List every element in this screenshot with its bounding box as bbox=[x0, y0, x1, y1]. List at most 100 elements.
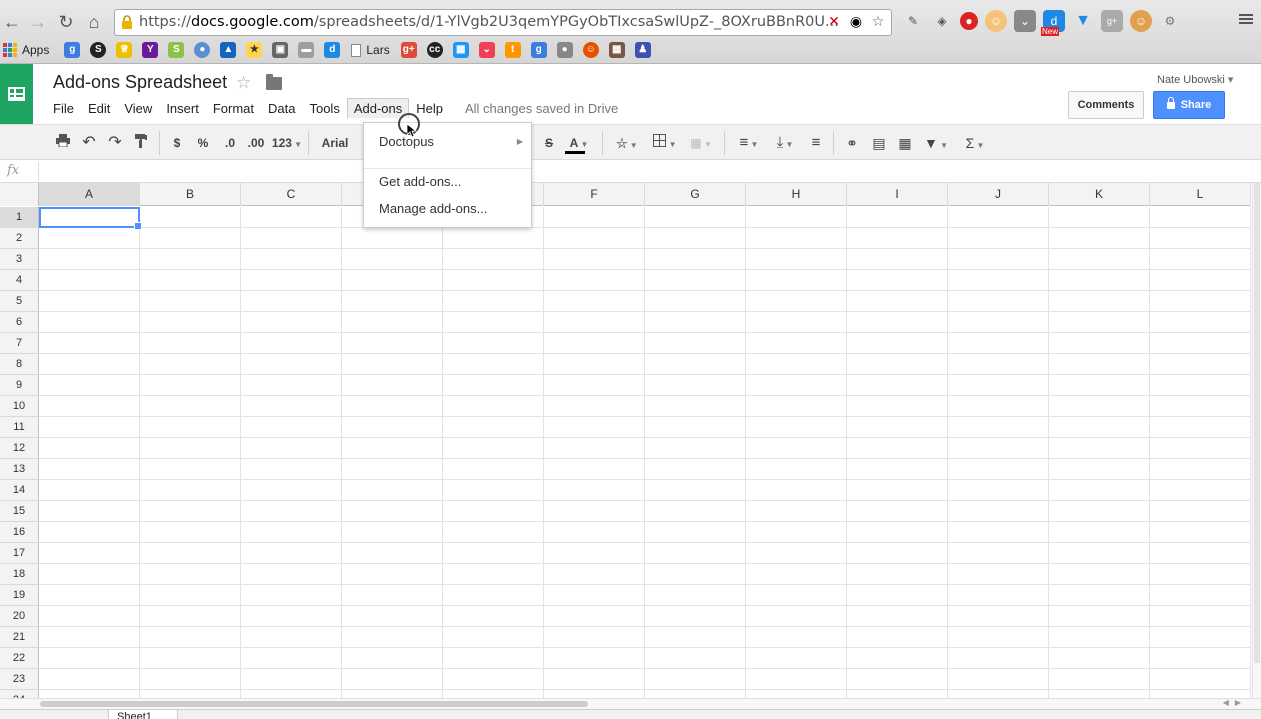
grid-cell[interactable] bbox=[1049, 627, 1150, 648]
grid-cell[interactable] bbox=[140, 396, 241, 417]
currency-format-button[interactable]: $ bbox=[170, 134, 184, 152]
row-header[interactable]: 3 bbox=[0, 249, 39, 270]
grid-cell[interactable] bbox=[140, 333, 241, 354]
grid-cell[interactable] bbox=[39, 333, 140, 354]
grid-cell[interactable] bbox=[544, 312, 645, 333]
grid-cell[interactable] bbox=[948, 417, 1049, 438]
grid-cell[interactable] bbox=[847, 648, 948, 669]
grid-cell[interactable] bbox=[443, 375, 544, 396]
grid-cell[interactable] bbox=[746, 564, 847, 585]
grid-cell[interactable] bbox=[645, 606, 746, 627]
grid-cell[interactable] bbox=[1150, 564, 1251, 585]
comments-button[interactable]: Comments bbox=[1068, 91, 1144, 119]
folder-icon[interactable] bbox=[266, 74, 282, 90]
grid-cell[interactable] bbox=[1150, 375, 1251, 396]
grid-cell[interactable] bbox=[847, 690, 948, 698]
chrome-menu-icon[interactable] bbox=[1239, 12, 1253, 26]
grid-cell[interactable] bbox=[746, 375, 847, 396]
grid-cell[interactable] bbox=[39, 543, 140, 564]
grid-cell[interactable] bbox=[241, 501, 342, 522]
grid-cell[interactable] bbox=[241, 669, 342, 690]
grid-cell[interactable] bbox=[847, 585, 948, 606]
font-family-select[interactable]: Arial bbox=[318, 134, 352, 152]
select-all-corner[interactable] bbox=[0, 183, 39, 206]
chart-icon[interactable]: ▦ bbox=[895, 134, 915, 152]
grid-cell[interactable] bbox=[1150, 438, 1251, 459]
grid-cell[interactable] bbox=[443, 459, 544, 480]
grid-cell[interactable] bbox=[342, 396, 443, 417]
grid-cell[interactable] bbox=[1049, 354, 1150, 375]
grid-cell[interactable] bbox=[443, 648, 544, 669]
row-header[interactable]: 10 bbox=[0, 396, 39, 417]
grid-cell[interactable] bbox=[140, 669, 241, 690]
grid-cell[interactable] bbox=[645, 438, 746, 459]
save-status[interactable]: All changes saved in Drive bbox=[458, 98, 625, 119]
gplus-bookmark-icon[interactable]: g+ bbox=[400, 42, 417, 58]
grid-cell[interactable] bbox=[1150, 249, 1251, 270]
pocket-bookmark-icon[interactable]: ⌄ bbox=[478, 42, 495, 58]
grid-cell[interactable] bbox=[1150, 312, 1251, 333]
grid-cell[interactable] bbox=[645, 627, 746, 648]
undo-icon[interactable]: ↶ bbox=[81, 134, 97, 152]
row-header[interactable]: 7 bbox=[0, 333, 39, 354]
grid-cell[interactable] bbox=[746, 480, 847, 501]
grid-cell[interactable] bbox=[746, 228, 847, 249]
vertical-align-icon[interactable]: ⤓ ▼ bbox=[770, 134, 800, 152]
grid-cell[interactable] bbox=[746, 543, 847, 564]
grid-cell[interactable] bbox=[746, 438, 847, 459]
grid-cell[interactable] bbox=[342, 291, 443, 312]
grid-cell[interactable] bbox=[443, 564, 544, 585]
decrease-decimal-button[interactable]: .0 bbox=[220, 134, 240, 152]
grid-cell[interactable] bbox=[544, 501, 645, 522]
user-account[interactable]: Nate Ubowski bbox=[1157, 73, 1233, 86]
grid-cell[interactable] bbox=[645, 354, 746, 375]
grid-cell[interactable] bbox=[847, 438, 948, 459]
grid-cell[interactable] bbox=[847, 312, 948, 333]
grid-cell[interactable] bbox=[140, 354, 241, 375]
grid-cell[interactable] bbox=[645, 501, 746, 522]
grid-cell[interactable] bbox=[443, 438, 544, 459]
row-header[interactable]: 6 bbox=[0, 312, 39, 333]
back-arrow-icon[interactable]: ← bbox=[2, 12, 22, 32]
grid-cell[interactable] bbox=[746, 207, 847, 228]
grid-cell[interactable] bbox=[39, 312, 140, 333]
grid-cell[interactable] bbox=[948, 207, 1049, 228]
hat-bookmark-icon[interactable]: ▬ bbox=[298, 42, 315, 58]
grid-cell[interactable] bbox=[544, 375, 645, 396]
grid-cell[interactable] bbox=[544, 438, 645, 459]
tools-extension-icon[interactable]: ⚙ bbox=[1159, 10, 1181, 32]
comment-icon[interactable]: ▤ bbox=[870, 134, 888, 152]
evernote-extension-icon[interactable]: ◈ bbox=[931, 10, 953, 32]
grid-cell[interactable] bbox=[443, 543, 544, 564]
scroll-arrows-icon[interactable]: ◀▶ bbox=[1223, 698, 1247, 707]
grid-cell[interactable] bbox=[342, 501, 443, 522]
print-icon[interactable] bbox=[55, 134, 71, 152]
grid-cell[interactable] bbox=[140, 249, 241, 270]
figure-bookmark-icon[interactable]: ★ bbox=[246, 42, 263, 58]
grid-cell[interactable] bbox=[140, 501, 241, 522]
text-color-button[interactable]: A ▼ bbox=[564, 134, 594, 152]
grid-cell[interactable] bbox=[443, 354, 544, 375]
align-left-icon[interactable]: ≡ ▼ bbox=[734, 134, 764, 152]
grid-cell[interactable] bbox=[847, 354, 948, 375]
menu-item-manage-addons[interactable]: Manage add-ons... bbox=[364, 197, 531, 221]
horizontal-scrollbar[interactable]: ◀▶ bbox=[0, 698, 1261, 709]
grid-cell[interactable] bbox=[39, 480, 140, 501]
extension-eye-icon[interactable]: ◉ bbox=[847, 13, 865, 31]
grid-cell[interactable] bbox=[948, 564, 1049, 585]
grid-cell[interactable] bbox=[544, 396, 645, 417]
grid-cell[interactable] bbox=[1049, 228, 1150, 249]
grid-cell[interactable] bbox=[443, 333, 544, 354]
blocked-popup-icon[interactable]: ✕ bbox=[825, 13, 843, 31]
grid-cell[interactable] bbox=[847, 627, 948, 648]
functions-icon[interactable]: Σ ▼ bbox=[960, 134, 990, 152]
grid-cell[interactable] bbox=[39, 627, 140, 648]
google-bookmark-icon-2[interactable]: g bbox=[530, 42, 547, 58]
grid-cell[interactable] bbox=[1049, 669, 1150, 690]
grid-cell[interactable] bbox=[1049, 480, 1150, 501]
menu-view[interactable]: View bbox=[117, 98, 159, 119]
grid-cell[interactable] bbox=[544, 249, 645, 270]
monkey-extension-icon[interactable]: ☺ bbox=[1130, 10, 1152, 32]
grid-cell[interactable] bbox=[746, 396, 847, 417]
grid-cell[interactable] bbox=[948, 291, 1049, 312]
